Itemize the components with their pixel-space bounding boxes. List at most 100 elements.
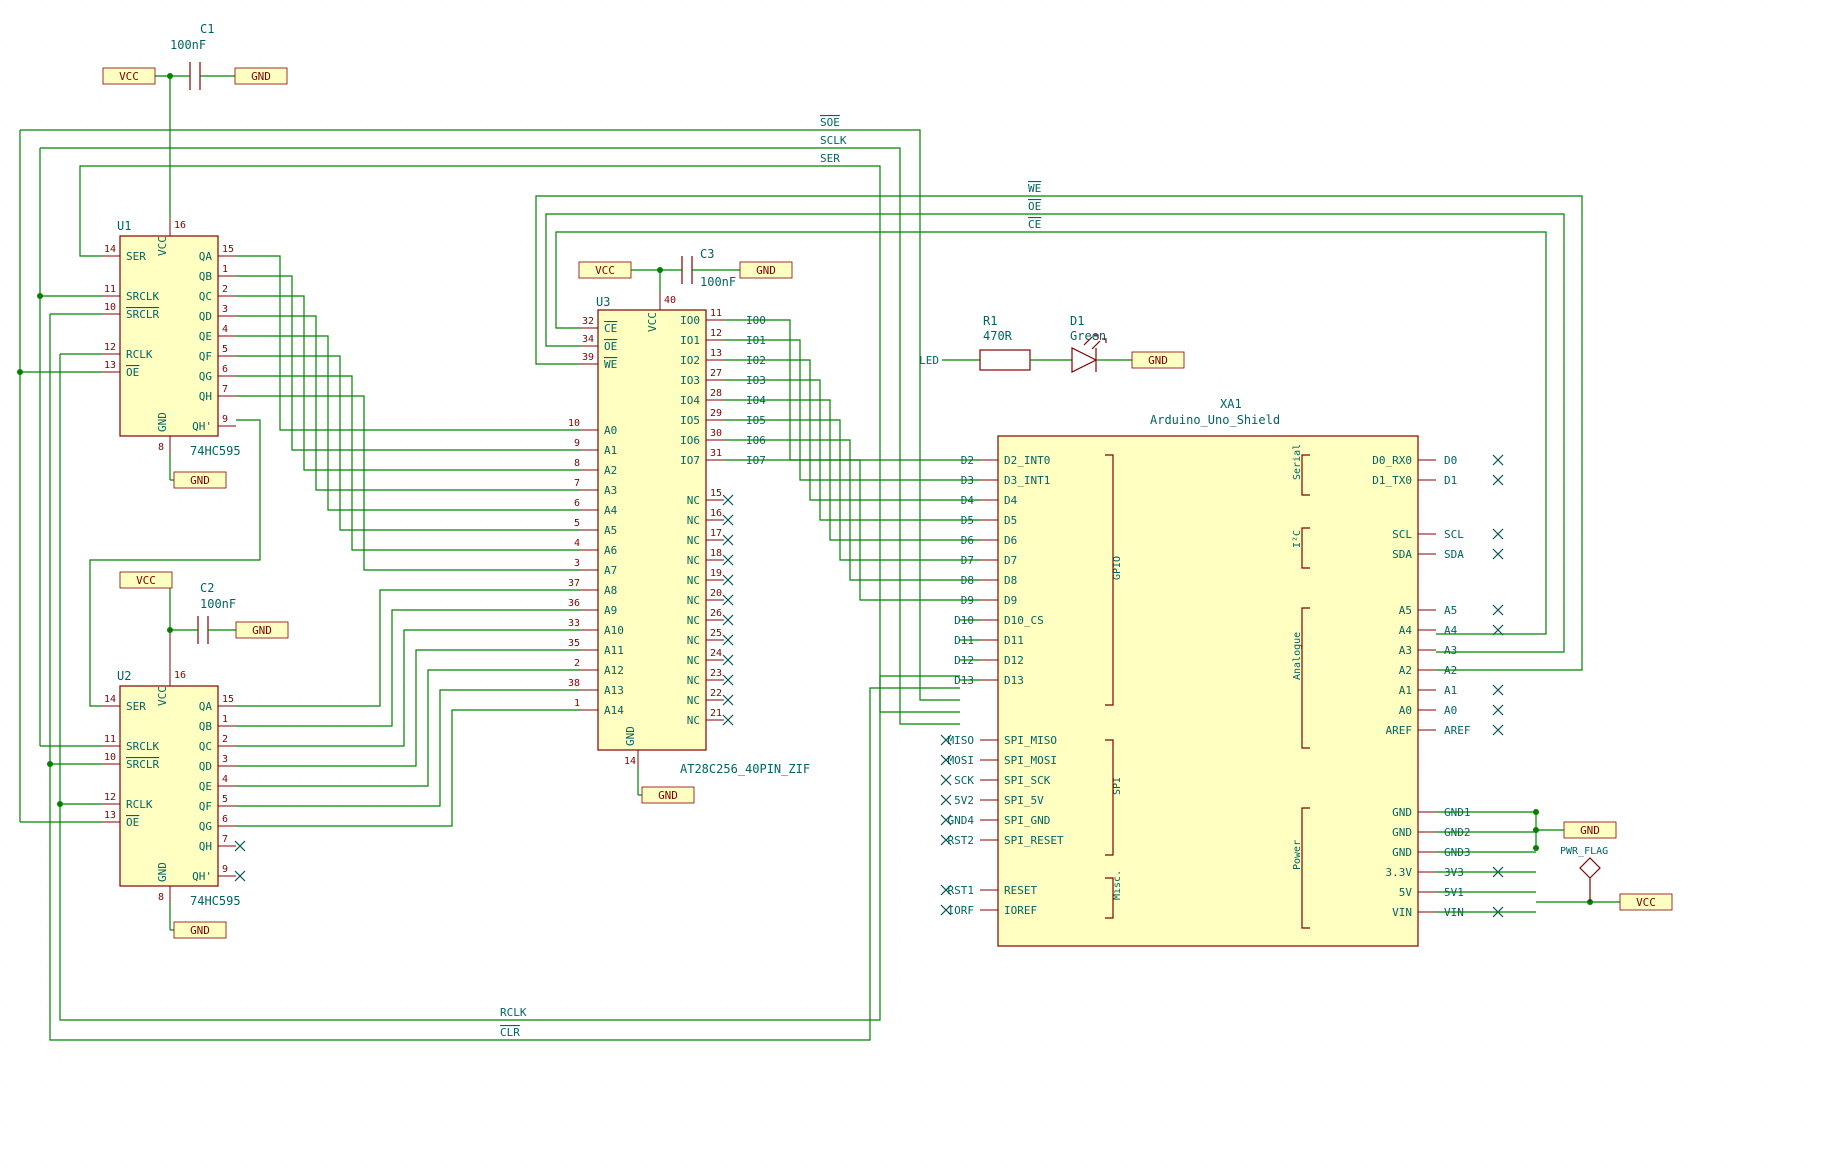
svg-text:SER: SER	[126, 250, 146, 263]
svg-text:13: 13	[104, 810, 116, 821]
svg-text:GND: GND	[1392, 846, 1412, 859]
svg-text:7: 7	[574, 478, 580, 489]
svg-text:5: 5	[222, 794, 228, 805]
svg-text:100nF: 100nF	[200, 597, 236, 611]
svg-text:A5: A5	[1399, 604, 1412, 617]
svg-text:Serial: Serial	[1292, 444, 1303, 480]
svg-text:VIN: VIN	[1392, 906, 1412, 919]
svg-text:A5: A5	[1444, 604, 1457, 617]
gnd-tag	[174, 922, 226, 938]
svg-text:SPI_5V: SPI_5V	[1004, 794, 1044, 807]
svg-text:AREF: AREF	[1444, 724, 1471, 737]
svg-text:A1: A1	[1399, 684, 1412, 697]
svg-text:Misc.: Misc.	[1112, 870, 1123, 900]
svg-text:SPI_SCK: SPI_SCK	[1004, 774, 1051, 787]
svg-text:SDA: SDA	[1392, 548, 1412, 561]
svg-text:NC: NC	[687, 594, 700, 607]
svg-text:SCL: SCL	[1444, 528, 1464, 541]
svg-text:A5: A5	[604, 524, 617, 537]
svg-text:D1_TX0: D1_TX0	[1372, 474, 1412, 487]
svg-text:D2_INT0: D2_INT0	[1004, 454, 1050, 467]
svg-text:OE: OE	[1028, 200, 1041, 213]
svg-text:QF: QF	[199, 350, 212, 363]
svg-text:14: 14	[104, 694, 116, 705]
svg-text:QB: QB	[199, 270, 213, 283]
svg-text:NC: NC	[687, 534, 700, 547]
svg-text:SPI: SPI	[1112, 777, 1123, 795]
svg-text:D12: D12	[1004, 654, 1024, 667]
svg-text:GND4: GND4	[948, 814, 975, 827]
svg-text:RST1: RST1	[948, 884, 975, 897]
svg-text:NC: NC	[687, 714, 700, 727]
svg-text:39: 39	[582, 352, 594, 363]
svg-text:6: 6	[222, 814, 228, 825]
svg-text:2: 2	[222, 284, 228, 295]
svg-text:IO6: IO6	[680, 434, 700, 447]
svg-text:18: 18	[710, 548, 722, 559]
svg-text:NC: NC	[687, 614, 700, 627]
svg-text:21: 21	[710, 708, 722, 719]
svg-text:31: 31	[710, 448, 722, 459]
svg-text:SPI_MOSI: SPI_MOSI	[1004, 754, 1057, 767]
svg-text:D10_CS: D10_CS	[1004, 614, 1044, 627]
svg-text:XA1: XA1	[1220, 397, 1242, 411]
svg-text:15: 15	[222, 694, 234, 705]
svg-text:IO2: IO2	[680, 354, 700, 367]
svg-text:QH: QH	[199, 390, 212, 403]
svg-text:IOREF: IOREF	[1004, 904, 1037, 917]
svg-text:C3: C3	[700, 247, 714, 261]
svg-text:QA: QA	[199, 250, 213, 263]
svg-text:GND: GND	[1392, 826, 1412, 839]
svg-text:25: 25	[710, 628, 722, 639]
svg-text:QD: QD	[199, 760, 212, 773]
svg-text:1: 1	[222, 264, 228, 275]
svg-text:19: 19	[710, 568, 722, 579]
svg-text:16: 16	[174, 670, 186, 681]
svg-text:QG: QG	[199, 820, 212, 833]
svg-text:D8: D8	[1004, 574, 1017, 587]
svg-text:3: 3	[222, 754, 228, 765]
svg-text:IO1: IO1	[680, 334, 700, 347]
svg-text:6: 6	[222, 364, 228, 375]
svg-text:1: 1	[574, 698, 580, 709]
svg-text:NC: NC	[687, 674, 700, 687]
svg-text:CE: CE	[1028, 218, 1041, 231]
svg-text:3: 3	[222, 304, 228, 315]
svg-text:U2: U2	[117, 669, 131, 683]
svg-text:IO4: IO4	[680, 394, 700, 407]
svg-text:D0: D0	[1444, 454, 1457, 467]
svg-text:Arduino_Uno_Shield: Arduino_Uno_Shield	[1150, 413, 1280, 427]
svg-text:5V: 5V	[1399, 886, 1413, 899]
svg-text:QH': QH'	[192, 420, 212, 433]
svg-text:SOE: SOE	[820, 116, 840, 129]
svg-text:QD: QD	[199, 310, 212, 323]
svg-text:QH': QH'	[192, 870, 212, 883]
svg-text:A13: A13	[604, 684, 624, 697]
svg-text:AREF: AREF	[1386, 724, 1413, 737]
svg-text:SRCLR: SRCLR	[126, 308, 159, 321]
svg-text:U3: U3	[596, 295, 610, 309]
svg-text:3.3V: 3.3V	[1386, 866, 1413, 879]
svg-text:8: 8	[574, 458, 580, 469]
svg-text:RESET: RESET	[1004, 884, 1037, 897]
svg-text:A14: A14	[604, 704, 624, 717]
svg-text:VCC: VCC	[156, 686, 169, 706]
svg-text:SRCLK: SRCLK	[126, 740, 159, 753]
svg-text:WE: WE	[1028, 182, 1041, 195]
svg-text:QC: QC	[199, 290, 212, 303]
svg-text:PWR_FLAG: PWR_FLAG	[1560, 846, 1608, 857]
svg-text:A1: A1	[604, 444, 617, 457]
svg-text:A0: A0	[604, 424, 617, 437]
svg-text:QA: QA	[199, 700, 213, 713]
svg-text:A2: A2	[1399, 664, 1412, 677]
svg-text:27: 27	[710, 368, 722, 379]
svg-text:6: 6	[574, 498, 580, 509]
svg-text:15: 15	[710, 488, 722, 499]
svg-text:10: 10	[104, 302, 116, 313]
svg-text:20: 20	[710, 588, 722, 599]
svg-text:5: 5	[574, 518, 580, 529]
svg-text:GND: GND	[156, 412, 169, 432]
svg-text:5V2: 5V2	[954, 794, 974, 807]
svg-text:D4: D4	[1004, 494, 1018, 507]
svg-text:A8: A8	[604, 584, 617, 597]
